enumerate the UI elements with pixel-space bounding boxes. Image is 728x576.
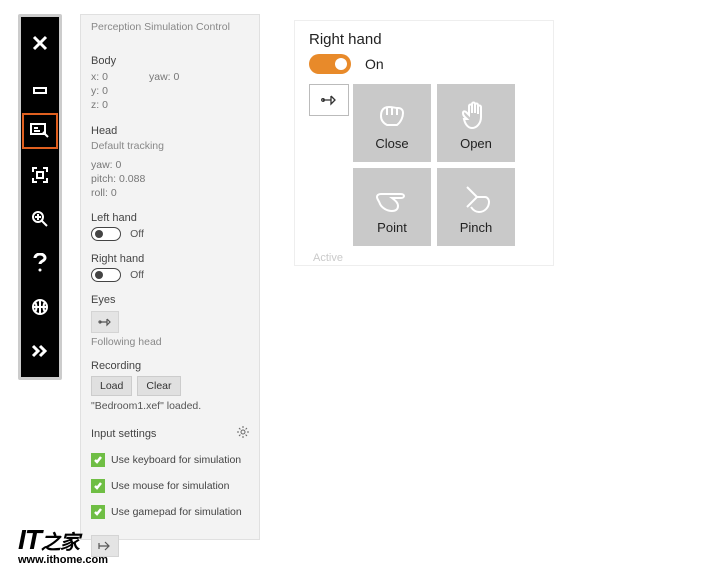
panel-title: Perception Simulation Control (81, 21, 259, 43)
left-hand-toggle[interactable] (91, 227, 121, 241)
gesture-point[interactable]: Point (353, 168, 431, 246)
right-hand-toggle[interactable] (91, 268, 121, 282)
perception-tool-icon[interactable] (22, 113, 58, 149)
gesture-open[interactable]: Open (437, 84, 515, 162)
keyboard-checkbox-row[interactable]: Use keyboard for simulation (91, 453, 249, 467)
minimize-icon[interactable] (22, 69, 58, 105)
input-settings-heading: Input settings (91, 428, 156, 440)
head-heading: Head (91, 125, 249, 137)
watermark: IT之家 www.ithome.com (18, 524, 108, 566)
checkbox-checked-icon (91, 479, 105, 493)
point-icon (374, 180, 410, 218)
recording-heading: Recording (91, 360, 249, 372)
fist-icon (375, 96, 409, 134)
left-hand-heading: Left hand (91, 212, 249, 224)
gesture-pinch[interactable]: Pinch (437, 168, 515, 246)
head-tracking: Default tracking (91, 140, 249, 152)
hand-pin-button[interactable] (309, 84, 349, 116)
eyes-heading: Eyes (91, 294, 249, 306)
recording-status: "Bedroom1.xef" loaded. (91, 400, 249, 412)
pinch-icon (461, 180, 491, 218)
perception-simulation-panel: Perception Simulation Control Body x: 0 … (80, 14, 260, 540)
gamepad-checkbox-row[interactable]: Use gamepad for simulation (91, 505, 249, 519)
clear-button[interactable]: Clear (137, 376, 180, 396)
checkbox-checked-icon (91, 505, 105, 519)
expand-icon[interactable] (22, 333, 58, 369)
right-hand-heading: Right hand (91, 253, 249, 265)
right-hand-panel: Right hand On Close Open (294, 20, 554, 266)
close-icon[interactable] (22, 25, 58, 61)
eyes-state: Following head (91, 336, 249, 348)
body-heading: Body (91, 55, 249, 67)
left-hand-state: Off (130, 228, 144, 240)
hand-active-label: Active (313, 252, 539, 264)
hand-toggle[interactable] (309, 54, 351, 74)
checkbox-checked-icon (91, 453, 105, 467)
fit-screen-icon[interactable] (22, 157, 58, 193)
eyes-pin-button[interactable] (91, 311, 119, 333)
emulator-toolbar (18, 14, 62, 380)
load-button[interactable]: Load (91, 376, 132, 396)
globe-icon[interactable] (22, 289, 58, 325)
gear-icon[interactable] (237, 426, 249, 441)
right-hand-state: Off (130, 269, 144, 281)
zoom-icon[interactable] (22, 201, 58, 237)
hand-toggle-label: On (365, 56, 384, 72)
mouse-checkbox-row[interactable]: Use mouse for simulation (91, 479, 249, 493)
gesture-close[interactable]: Close (353, 84, 431, 162)
open-hand-icon (459, 96, 493, 134)
help-icon[interactable] (22, 245, 58, 281)
hand-panel-title: Right hand (309, 31, 539, 48)
